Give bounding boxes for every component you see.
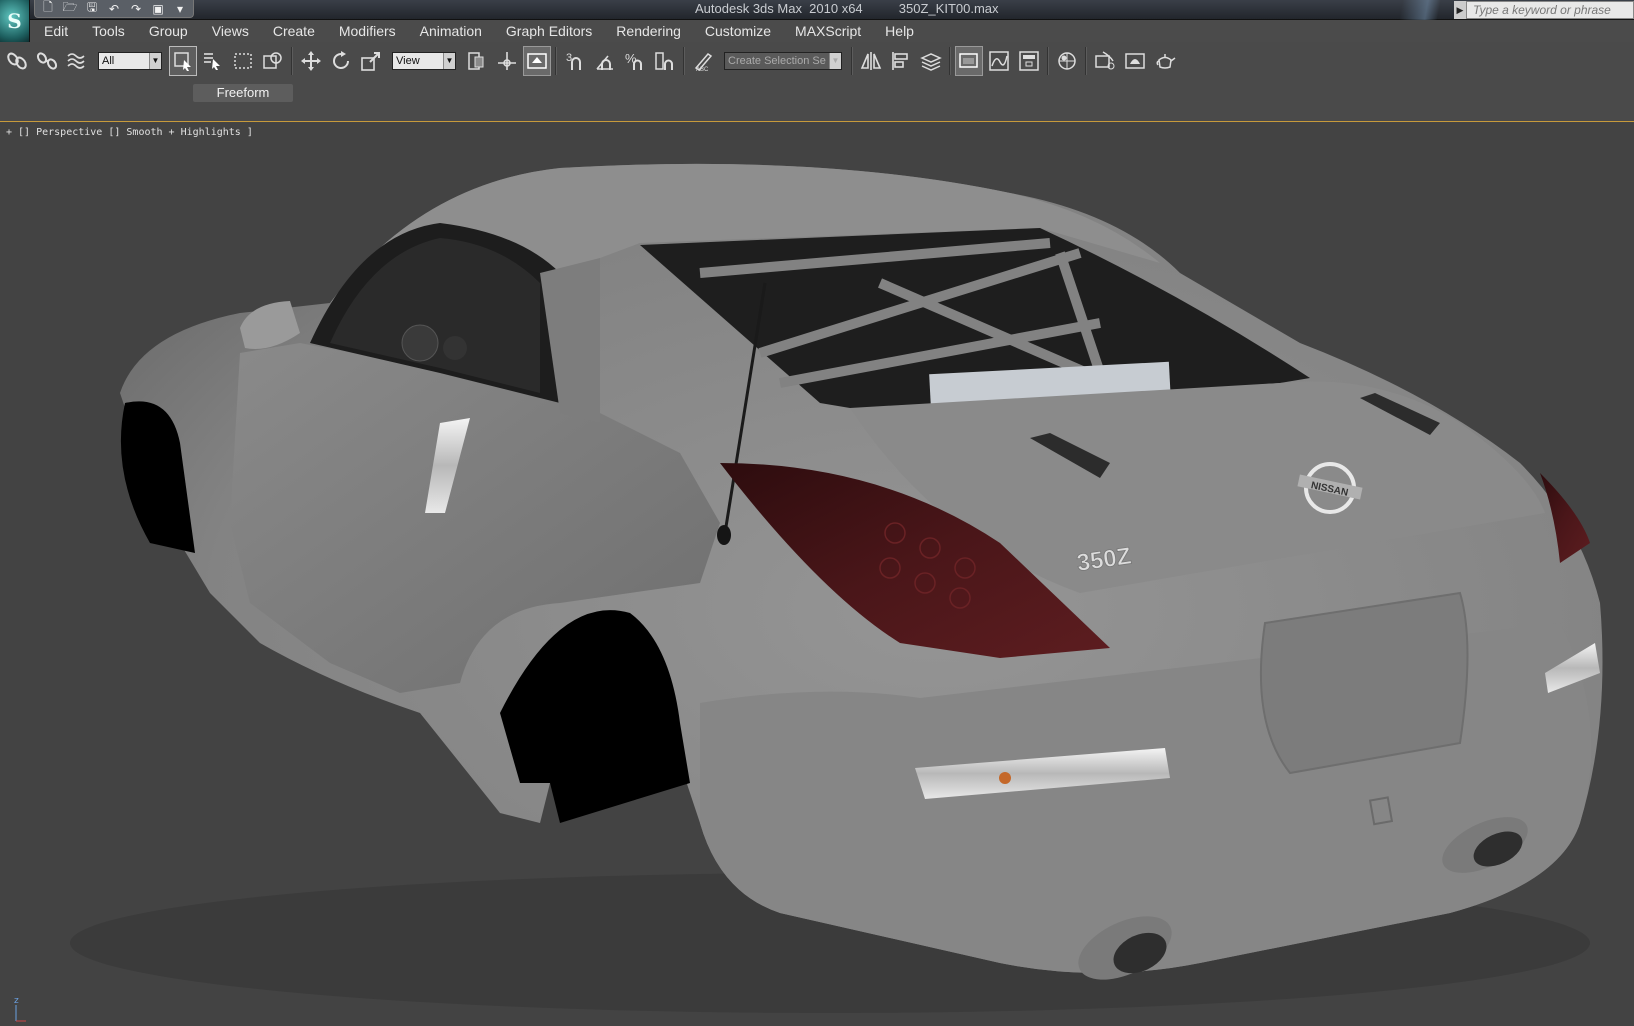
edit-named-selection-icon[interactable]: ABC — [689, 46, 717, 76]
unlink-selection-icon[interactable] — [33, 46, 61, 76]
ribbon-panel: Freeform — [0, 80, 1634, 122]
toolbar-separator — [1047, 47, 1049, 75]
svg-text:%: % — [625, 51, 637, 66]
toolbar-separator — [291, 47, 293, 75]
svg-text:z: z — [14, 996, 19, 1006]
select-object-icon[interactable] — [169, 46, 197, 76]
percent-snap-icon[interactable]: % — [621, 46, 649, 76]
viewport-label[interactable]: + [] Perspective [] Smooth + Highlights … — [6, 127, 253, 138]
layer-manager-icon[interactable] — [917, 46, 945, 76]
menu-animation[interactable]: Animation — [420, 23, 482, 39]
axis-tripod-icon: z — [14, 996, 26, 1022]
menu-graph-editors[interactable]: Graph Editors — [506, 23, 592, 39]
file-name: 350Z_KIT00.max — [898, 1, 999, 16]
menu-modifiers[interactable]: Modifiers — [339, 23, 396, 39]
curve-editor-icon[interactable] — [985, 46, 1013, 76]
menu-bar: Edit Tools Group Views Create Modifiers Animat… — [30, 20, 1634, 42]
menu-rendering[interactable]: Rendering — [616, 23, 681, 39]
search-input[interactable]: Type a keyword or phrase — [1466, 1, 1634, 19]
keyboard-shortcut-override-icon[interactable] — [523, 46, 551, 76]
rotate-icon[interactable] — [327, 46, 355, 76]
new-file-icon[interactable]: 🗋 — [39, 0, 57, 17]
chevron-down-icon: ▼ — [149, 53, 161, 69]
car-model-render: NISSAN 350Z — [70, 163, 1603, 1013]
align-icon[interactable] — [887, 46, 915, 76]
material-editor-icon[interactable] — [1053, 46, 1081, 76]
dropdown-icon[interactable]: ▾ — [171, 1, 189, 17]
pivot-center-icon[interactable] — [463, 46, 491, 76]
quick-access-toolbar: 🗋 🗁 🖫 ↶ ↷ ▣ ▾ — [34, 0, 194, 18]
graphite-modeling-tools-icon[interactable] — [955, 46, 983, 76]
open-folder-icon[interactable]: 🗁 — [61, 0, 79, 17]
toolbar-separator — [555, 47, 557, 75]
rendered-frame-window-icon[interactable] — [1121, 46, 1149, 76]
spinner-snap-icon[interactable] — [651, 46, 679, 76]
menu-tools[interactable]: Tools — [92, 23, 125, 39]
angle-snap-icon[interactable] — [591, 46, 619, 76]
license-plate-recess — [1259, 591, 1469, 775]
svg-text:ABC: ABC — [696, 67, 709, 72]
project-folder-icon[interactable]: ▣ — [149, 1, 167, 17]
toolbar-separator — [949, 47, 951, 75]
select-and-link-icon[interactable] — [3, 46, 31, 76]
perspective-viewport[interactable]: NISSAN 350Z + [] Perspective [] Smooth +… — [0, 123, 1634, 1026]
redo-icon[interactable]: ↷ — [127, 1, 145, 17]
menu-create[interactable]: Create — [273, 23, 315, 39]
main-toolbar: All ▼ View ▼ 3 % ABC Create Selection Se ▼ — [0, 42, 1634, 80]
render-production-teapot-icon[interactable] — [1151, 46, 1179, 76]
menu-edit[interactable]: Edit — [44, 23, 68, 39]
menu-views[interactable]: Views — [212, 23, 249, 39]
toolbar-separator — [1085, 47, 1087, 75]
tab-freeform[interactable]: Freeform — [193, 84, 293, 102]
chevron-down-icon: ▼ — [443, 53, 455, 69]
toolbar-separator — [851, 47, 853, 75]
undo-icon[interactable]: ↶ — [105, 1, 123, 17]
window-crossing-icon[interactable] — [259, 46, 287, 76]
title-bar: 🗋 🗁 🖫 ↶ ↷ ▣ ▾ Autodesk 3ds Max 2010 x64 350Z_K… — [0, 0, 1634, 20]
title-glow — [1390, 0, 1450, 20]
menu-maxscript[interactable]: MAXScript — [795, 23, 861, 39]
select-by-name-icon[interactable] — [199, 46, 227, 76]
schematic-view-icon[interactable] — [1015, 46, 1043, 76]
window-title: Autodesk 3ds Max 2010 x64 350Z_KIT00.max — [695, 1, 999, 16]
mirror-icon[interactable] — [857, 46, 885, 76]
reference-coordinate-dropdown[interactable]: View ▼ — [392, 52, 456, 70]
save-icon[interactable]: 🖫 — [83, 0, 101, 17]
bind-space-warp-icon[interactable] — [63, 46, 91, 76]
snaps-toggle-icon[interactable]: 3 — [561, 46, 589, 76]
rectangular-selection-icon[interactable] — [229, 46, 257, 76]
chevron-down-icon: ▼ — [829, 53, 841, 69]
scale-icon[interactable] — [357, 46, 385, 76]
menu-group[interactable]: Group — [149, 23, 188, 39]
search-expand-icon[interactable]: ▶ — [1454, 1, 1466, 19]
named-selection-dropdown[interactable]: Create Selection Se ▼ — [724, 52, 842, 70]
render-setup-icon[interactable] — [1091, 46, 1119, 76]
app-logo-button[interactable]: S — [0, 0, 30, 42]
menu-customize[interactable]: Customize — [705, 23, 771, 39]
menu-help[interactable]: Help — [885, 23, 914, 39]
toolbar-separator — [683, 47, 685, 75]
select-and-manipulate-icon[interactable] — [493, 46, 521, 76]
selection-filter-dropdown[interactable]: All ▼ — [98, 52, 162, 70]
move-icon[interactable] — [297, 46, 325, 76]
